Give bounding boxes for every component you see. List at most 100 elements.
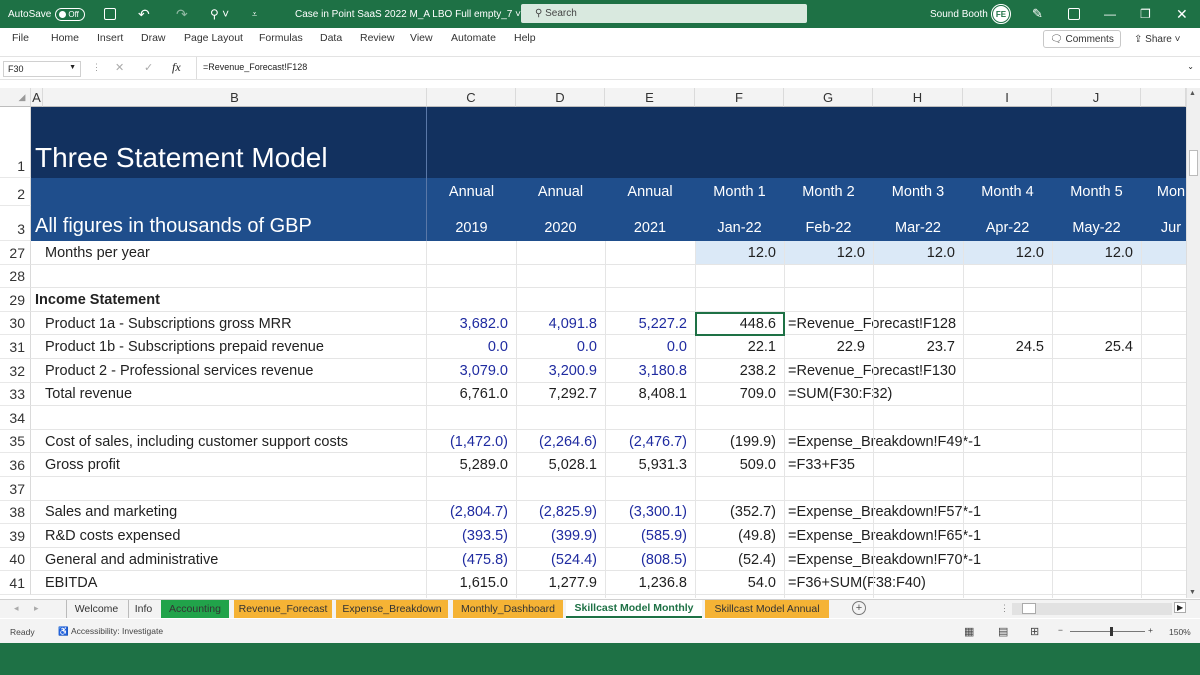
add-sheet-icon[interactable]: + <box>852 601 866 615</box>
value-cell[interactable]: 24.5 <box>963 335 1052 359</box>
value-cell[interactable] <box>605 477 695 501</box>
accessibility-status[interactable]: ♿ Accessibility: Investigate <box>58 626 163 637</box>
value-cell[interactable]: (52.4) <box>695 548 784 572</box>
close-icon[interactable]: ✕ <box>1176 0 1188 28</box>
value-cell[interactable]: 3,200.9 <box>516 359 605 383</box>
value-cell[interactable] <box>873 406 963 430</box>
save-icon[interactable] <box>104 0 116 28</box>
menu-review[interactable]: Review <box>360 32 394 44</box>
menu-draw[interactable]: Draw <box>141 32 166 44</box>
row-header[interactable]: 2 <box>0 178 31 206</box>
cancel-icon[interactable]: ✕ <box>115 61 124 74</box>
row-header[interactable]: 36 <box>0 453 31 477</box>
column-header-j[interactable]: J <box>1052 88 1141 107</box>
value-cell[interactable]: 6,761.0 <box>427 383 516 407</box>
row-label[interactable]: Gross profit <box>45 453 120 477</box>
value-cell[interactable] <box>516 241 605 265</box>
row-label[interactable]: Product 1a - Subscriptions gross MRR <box>45 312 292 336</box>
column-header-g[interactable]: G <box>784 88 873 107</box>
value-cell[interactable] <box>873 477 963 501</box>
column-header-a[interactable]: A <box>31 88 43 107</box>
value-cell[interactable] <box>963 430 1052 454</box>
comments-button[interactable]: 🗨 Comments <box>1043 30 1121 48</box>
sheet-tab[interactable]: Monthly_Dashboard <box>453 600 563 618</box>
value-cell[interactable]: (399.9) <box>516 524 605 548</box>
menu-help[interactable]: Help <box>514 32 536 44</box>
row-header[interactable]: 31 <box>0 335 31 359</box>
formula-input[interactable]: =Revenue_Forecast!F128 <box>196 57 1186 79</box>
value-cell[interactable]: 22.1 <box>695 335 784 359</box>
row-header[interactable]: 35 <box>0 429 31 454</box>
menu-data[interactable]: Data <box>320 32 342 44</box>
value-cell[interactable] <box>605 265 695 289</box>
value-cell[interactable] <box>695 265 784 289</box>
row-label[interactable]: Product 2 - Professional services revenu… <box>45 359 313 383</box>
redo-icon[interactable]: ↷ <box>176 0 188 28</box>
enter-icon[interactable]: ✓ <box>144 61 153 74</box>
value-cell[interactable]: (585.9) <box>605 524 695 548</box>
share-button[interactable]: ⇪ Share ˅ <box>1128 30 1190 48</box>
value-cell[interactable]: (1,472.0) <box>427 430 516 454</box>
value-cell[interactable] <box>873 288 963 312</box>
row-header[interactable]: 1 <box>0 107 31 178</box>
menu-file[interactable]: File <box>12 32 29 44</box>
value-cell[interactable]: (2,264.6) <box>516 430 605 454</box>
horizontal-scrollbar[interactable] <box>1012 603 1172 615</box>
sheet-tab[interactable]: Skillcast Model Monthly <box>566 600 702 618</box>
value-cell[interactable] <box>963 501 1052 525</box>
row-header[interactable]: 38 <box>0 500 31 525</box>
column-header-f[interactable]: F <box>695 88 784 107</box>
value-cell[interactable] <box>605 406 695 430</box>
value-cell[interactable] <box>873 359 963 383</box>
value-cell[interactable] <box>873 265 963 289</box>
value-cell[interactable] <box>427 477 516 501</box>
value-cell[interactable]: (2,804.7) <box>427 501 516 525</box>
value-cell[interactable]: 3,180.8 <box>605 359 695 383</box>
value-cell[interactable]: 25.4 <box>1052 335 1141 359</box>
customize-toolbar-icon[interactable]: ⩡ <box>252 0 257 28</box>
zoom-level[interactable]: 150% <box>1169 627 1191 637</box>
menu-insert[interactable]: Insert <box>97 32 123 44</box>
row-header[interactable]: 27 <box>0 241 31 265</box>
value-cell[interactable]: (524.4) <box>516 548 605 572</box>
value-cell[interactable]: (352.7) <box>695 501 784 525</box>
workbook-title[interactable]: Case in Point SaaS 2022 M_A LBO Full emp… <box>295 0 521 28</box>
value-cell[interactable]: 54.0 <box>695 571 784 595</box>
value-cell[interactable]: (475.8) <box>427 548 516 572</box>
value-cell[interactable] <box>784 477 873 501</box>
sheet-tab[interactable]: Welcome <box>66 600 126 618</box>
row-header[interactable]: 29 <box>0 288 31 312</box>
value-cell[interactable] <box>873 453 963 477</box>
value-cell[interactable] <box>1052 406 1141 430</box>
value-cell[interactable] <box>1052 288 1141 312</box>
sheet-tab[interactable]: Info <box>128 600 158 618</box>
tab-splitter-icon[interactable]: ⋮ <box>1000 603 1009 614</box>
search-box[interactable]: ⚲ Search <box>521 4 807 23</box>
value-cell[interactable] <box>1052 453 1141 477</box>
row-header[interactable]: 41 <box>0 571 31 595</box>
value-cell[interactable]: (3,300.1) <box>605 501 695 525</box>
value-cell[interactable]: 1,615.0 <box>427 571 516 595</box>
value-cell[interactable] <box>873 383 963 407</box>
zoom-slider[interactable] <box>1070 627 1145 636</box>
column-header-k[interactable] <box>1141 88 1186 107</box>
row-label[interactable]: General and administrative <box>45 548 218 572</box>
value-cell[interactable] <box>963 477 1052 501</box>
value-cell[interactable] <box>963 571 1052 595</box>
value-cell[interactable] <box>427 265 516 289</box>
value-cell[interactable] <box>605 241 695 265</box>
value-cell[interactable]: 12.0 <box>784 241 873 265</box>
menu-automate[interactable]: Automate <box>451 32 496 44</box>
value-cell[interactable]: 12.0 <box>695 241 784 265</box>
value-cell[interactable]: 4,091.8 <box>516 312 605 336</box>
value-cell[interactable]: 1,236.8 <box>605 571 695 595</box>
value-cell[interactable]: (49.8) <box>695 524 784 548</box>
normal-view-icon[interactable]: ▦ <box>964 625 974 638</box>
prev-sheet-icon[interactable]: ◂ <box>14 603 19 614</box>
value-cell[interactable]: (2,825.9) <box>516 501 605 525</box>
value-cell[interactable] <box>1052 571 1141 595</box>
value-cell[interactable]: (393.5) <box>427 524 516 548</box>
value-cell[interactable] <box>873 524 963 548</box>
name-box[interactable]: F30 ▼ <box>3 61 81 77</box>
value-cell[interactable] <box>1052 477 1141 501</box>
